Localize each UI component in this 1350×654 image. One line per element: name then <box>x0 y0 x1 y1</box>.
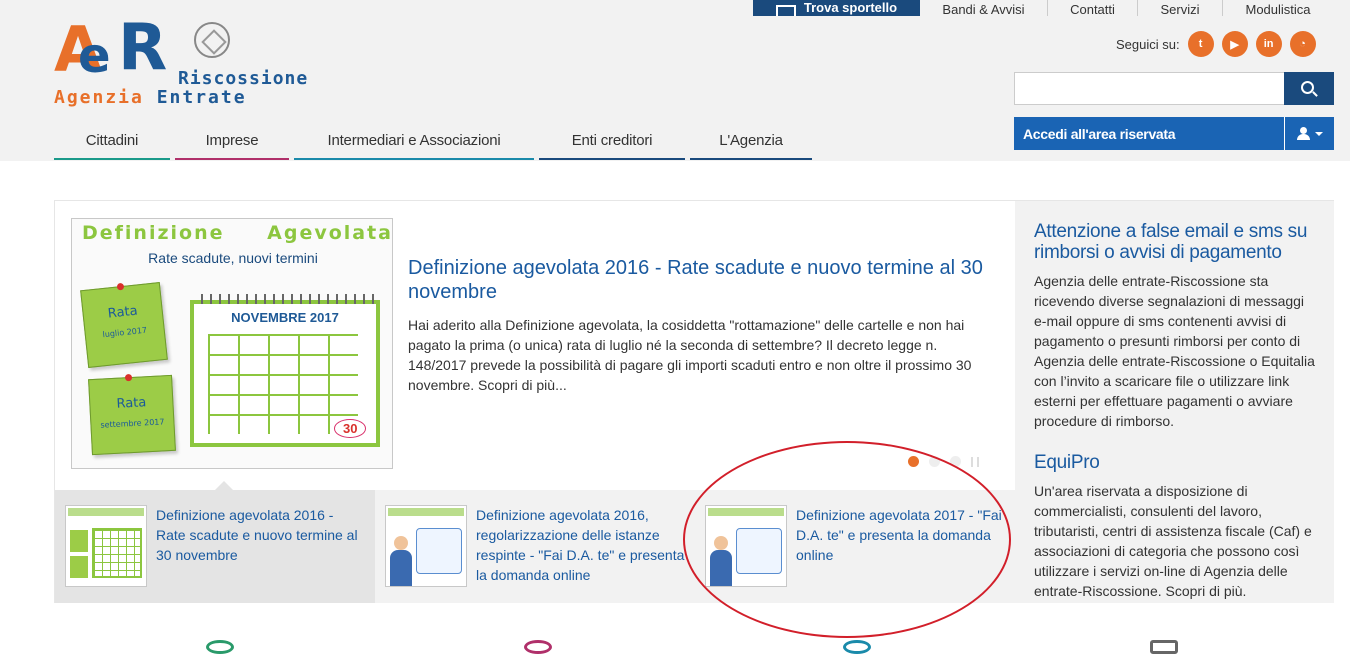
news-title-equipro[interactable]: EquiPro <box>1034 452 1316 473</box>
search-bar <box>1014 72 1334 105</box>
pause-icon[interactable] <box>971 456 979 467</box>
bottom-icons <box>0 640 1350 654</box>
search-button[interactable] <box>1284 72 1334 105</box>
logo-agenzia: Agenzia <box>54 87 144 108</box>
logo-riscossione: Riscossione <box>178 68 309 89</box>
red-highlight-circle <box>683 441 1011 638</box>
map-icon <box>775 5 796 16</box>
nav-agenzia[interactable]: L'Agenzia <box>690 122 812 160</box>
login-area: Accedi all'area riservata <box>1014 117 1334 150</box>
calendar-day-circled: 30 <box>334 419 367 438</box>
slide-pointer <box>215 481 233 490</box>
modulistica-link[interactable]: Modulistica <box>1223 0 1333 16</box>
news-text-equipro: Un'area riservata a disposizione di comm… <box>1034 483 1312 599</box>
linkedin-icon[interactable]: in <box>1255 31 1282 57</box>
service-icon-2[interactable] <box>524 640 552 654</box>
sticky-note-luglio: Rata luglio 2017 <box>80 282 168 368</box>
calendar-grid <box>208 334 358 434</box>
search-input[interactable] <box>1014 72 1284 105</box>
servizi-link[interactable]: Servizi <box>1138 0 1223 16</box>
bandi-link[interactable]: Bandi & Avvisi <box>920 0 1048 16</box>
search-icon <box>1301 80 1314 94</box>
sticky-note-settembre: Rata settembre 2017 <box>88 373 176 456</box>
logo-entrate: Entrate <box>156 87 247 108</box>
nav-enti-creditori[interactable]: Enti creditori <box>539 122 685 160</box>
emblem-icon <box>194 22 230 58</box>
ader-logo[interactable]: A e R Riscossione Agenzia Entrate <box>54 11 314 108</box>
youtube-icon[interactable]: ▶ <box>1221 31 1248 57</box>
social-follow: Seguici su: t ▶ in ◔ <box>1116 31 1316 57</box>
thumb-label-2: Definizione agevolata 2016, regolarizzaz… <box>476 507 685 583</box>
caret-down-icon <box>1314 131 1323 136</box>
image-subtitle: Rate scadute, nuovi termini <box>148 250 318 266</box>
featured-description: Hai aderito alla Definizione agevolata, … <box>408 317 972 393</box>
calendar-title: NOVEMBRE 2017 <box>231 310 339 325</box>
trova-sportello-button[interactable]: Trova sportello <box>753 0 920 16</box>
nav-cittadini[interactable]: Cittadini <box>54 122 170 160</box>
service-icon-4[interactable] <box>1150 640 1178 654</box>
thumb-image-2 <box>385 505 467 587</box>
rss-icon[interactable]: ◔ <box>1289 31 1316 57</box>
area-riservata-button[interactable]: Accedi all'area riservata <box>1014 117 1284 150</box>
pin-icon <box>116 282 125 291</box>
logo-agenzia-entrate: Agenzia Entrate <box>54 87 247 108</box>
main-nav: Cittadini Imprese Intermediari e Associa… <box>54 122 812 160</box>
news-sidebar: Attenzione a false email e sms su rimbor… <box>1015 201 1334 603</box>
user-icon <box>1296 127 1310 140</box>
nav-intermediari[interactable]: Intermediari e Associazioni <box>294 122 534 160</box>
calendar-graphic: NOVEMBRE 2017 30 <box>190 294 380 447</box>
service-icon-1[interactable] <box>206 640 234 654</box>
follow-label: Seguici su: <box>1116 36 1180 52</box>
user-menu-button[interactable] <box>1284 117 1334 150</box>
thumb-item-2[interactable]: Definizione agevolata 2016, regolarizzaz… <box>375 490 695 603</box>
service-icon-3[interactable] <box>843 640 871 654</box>
top-nav: Trova sportello Bandi & Avvisi Contatti … <box>753 0 1333 16</box>
calendar-rings <box>194 294 376 304</box>
logo-mark-r: R <box>118 11 168 85</box>
trova-sportello-label: Trova sportello <box>803 0 898 15</box>
thumb-image-1 <box>65 505 147 587</box>
logo-mark-e: e <box>78 28 111 84</box>
contatti-link[interactable]: Contatti <box>1048 0 1138 16</box>
site-header: Trova sportello Bandi & Avvisi Contatti … <box>0 0 1350 161</box>
thumb-item-1[interactable]: Definizione agevolata 2016 - Rate scadut… <box>55 490 375 603</box>
thumb-label-1: Definizione agevolata 2016 - Rate scadut… <box>156 507 358 563</box>
pin-icon <box>124 373 133 382</box>
featured-image[interactable]: Definizione Agevolata Rate scadute, nuov… <box>71 218 393 469</box>
news-title-false-email[interactable]: Attenzione a false email e sms su rimbor… <box>1034 221 1316 263</box>
image-title: Definizione Agevolata <box>82 222 393 244</box>
featured-title[interactable]: Definizione agevolata 2016 - Rate scadut… <box>408 256 1003 304</box>
nav-imprese[interactable]: Imprese <box>175 122 289 160</box>
news-text-false-email: Agenzia delle entrate-Riscossione sta ri… <box>1034 273 1315 429</box>
twitter-icon[interactable]: t <box>1187 31 1214 57</box>
